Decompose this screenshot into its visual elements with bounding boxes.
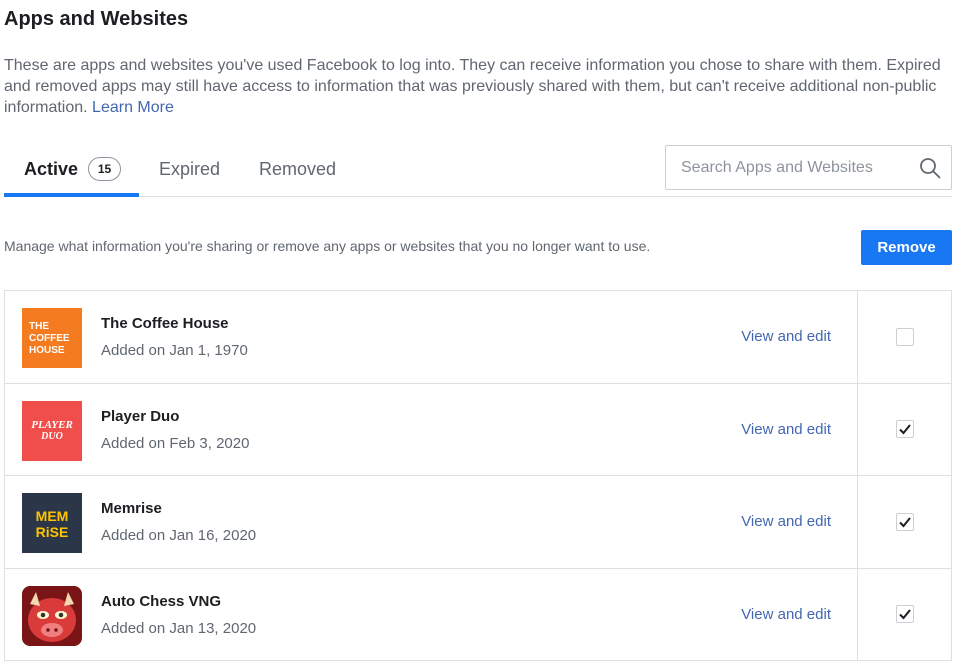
app-added-date: Added on Jan 16, 2020: [101, 527, 257, 544]
checkmark-icon: [898, 517, 911, 528]
app-row: MEM RiSE Memrise Added on Jan 16, 2020 V…: [5, 476, 951, 569]
check-cell: [857, 568, 951, 660]
manage-description: Manage what information you're sharing o…: [4, 238, 651, 254]
app-row: PLAYER DUO Player Duo Added on Feb 3, 20…: [5, 383, 951, 476]
view-and-edit-link[interactable]: View and edit: [741, 328, 831, 345]
tab-expired-label: Expired: [159, 158, 221, 179]
app-name: Auto Chess VNG: [101, 592, 222, 610]
memrise-logo-line-2: RiSE: [36, 524, 69, 540]
view-and-edit-link[interactable]: View and edit: [741, 513, 831, 530]
tab-expired[interactable]: Expired: [159, 142, 220, 196]
tab-active[interactable]: Active 15: [24, 142, 122, 196]
app-select-checkbox[interactable]: [895, 420, 914, 439]
app-row: THE COFFEE HOUSE The Coffee House Added …: [5, 291, 951, 384]
auto-chess-logo: [22, 585, 82, 646]
app-added-date: Added on Jan 13, 2020: [101, 619, 257, 637]
checkmark-icon: [898, 609, 911, 620]
app-name: Player Duo: [101, 407, 180, 425]
check-cell: [857, 476, 951, 568]
app-name: Memrise: [101, 500, 162, 517]
player-duo-logo: PLAYER DUO: [22, 400, 82, 461]
app-select-checkbox[interactable]: [895, 512, 914, 531]
coffee-house-logo-line-1: THE: [29, 321, 49, 332]
check-cell: [857, 291, 951, 383]
intro-text: These are apps and websites you've used …: [4, 55, 944, 118]
check-cell: [857, 383, 951, 475]
player-duo-logo-line-1: PLAYER: [31, 419, 73, 431]
app-select-checkbox[interactable]: [895, 327, 914, 346]
app-added-date: Added on Jan 1, 1970: [101, 342, 248, 359]
memrise-logo: MEM RiSE: [22, 493, 82, 553]
app-name: The Coffee House: [101, 315, 229, 332]
remove-button[interactable]: Remove: [861, 230, 952, 265]
app-list: THE COFFEE HOUSE The Coffee House Added …: [4, 290, 952, 661]
search-icon[interactable]: [919, 157, 941, 179]
coffee-house-logo-line-2: COFFEE: [29, 333, 70, 344]
checkmark-icon: [898, 424, 911, 435]
coffee-house-logo-line-3: HOUSE: [29, 345, 65, 356]
coffee-house-logo: THE COFFEE HOUSE: [22, 308, 82, 368]
memrise-logo-line-1: MEM: [36, 508, 69, 524]
search-box: [665, 145, 952, 190]
page-title: Apps and Websites: [4, 8, 189, 30]
app-select-checkbox[interactable]: [895, 605, 914, 624]
app-row: Auto Chess VNG Added on Jan 13, 2020 Vie…: [5, 568, 951, 661]
tab-removed-label: Removed: [259, 158, 337, 179]
tab-removed[interactable]: Removed: [259, 142, 336, 196]
app-added-date: Added on Feb 3, 2020: [101, 434, 250, 452]
tab-active-count-badge: 15: [88, 157, 122, 181]
tab-active-underline: [4, 193, 139, 197]
search-input[interactable]: [681, 158, 919, 177]
tab-active-label: Active: [24, 158, 79, 179]
view-and-edit-link[interactable]: View and edit: [741, 606, 831, 623]
player-duo-logo-line-2: DUO: [40, 431, 63, 442]
view-and-edit-link[interactable]: View and edit: [741, 421, 831, 438]
learn-more-link[interactable]: Learn More: [92, 99, 174, 116]
